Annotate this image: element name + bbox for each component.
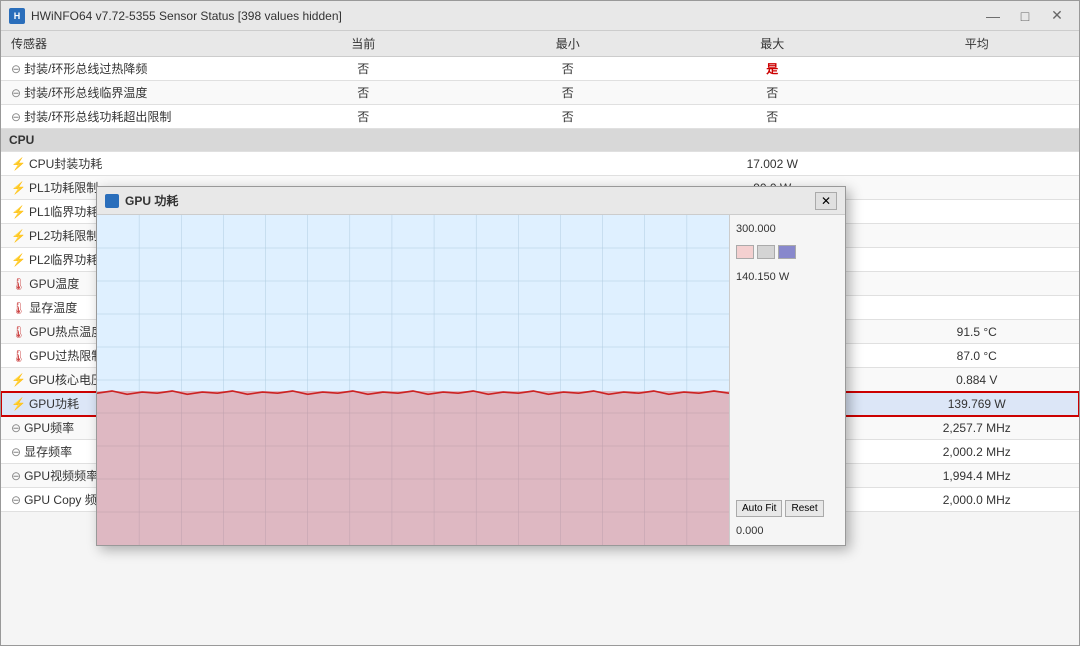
chart-svg [97,215,729,545]
sensor-name: ⊖封装/环形总线临界温度 [1,81,261,105]
col-max: 最大 [670,31,875,57]
minus-icon: ⊖ [11,62,21,76]
table-row: CPU [1,129,1079,152]
sensor-min [466,152,671,176]
sensor-avg: 91.5 °C [875,320,1080,344]
sensor-avg: 0.884 V [875,368,1080,392]
table-row: ⚡CPU封装功耗 17.002 W [1,152,1079,176]
sensor-min: 否 [466,105,671,129]
chart-max-value: 300.000 [736,223,839,235]
sensor-avg: 2,257.7 MHz [875,416,1080,440]
section-header-cell: CPU [1,129,1079,152]
dialog-close-button[interactable]: ✕ [815,192,837,210]
minus-icon: ⊖ [11,493,21,507]
table-row: ⊖封装/环形总线功耗超出限制否否否 [1,105,1079,129]
thermometer-icon: 🌡 [11,277,26,291]
sensor-avg [875,152,1080,176]
sensor-avg: 2,000.0 MHz [875,488,1080,512]
sensor-max: 否 [670,81,875,105]
chart-right-panel: 300.000 140.150 W Auto Fit Reset 0.000 [730,215,845,545]
gpu-chart-dialog[interactable]: GPU 功耗 ✕ [96,186,846,546]
sensor-avg [875,200,1080,224]
color-box-pink [736,245,754,259]
sensor-name: ⊖封装/环形总线过热降频 [1,57,261,81]
sensor-avg [875,57,1080,81]
sensor-avg: 2,000.2 MHz [875,440,1080,464]
sensor-avg [875,105,1080,129]
chart-area [97,215,730,545]
chart-buttons: Auto Fit Reset [736,500,839,517]
minus-icon: ⊖ [11,110,21,124]
maximize-button[interactable]: □ [1011,6,1039,26]
sensor-min: 否 [466,81,671,105]
col-avg: 平均 [875,31,1080,57]
lightning-icon: ⚡ [11,205,26,219]
table-row: ⊖封装/环形总线过热降频否否是 [1,57,1079,81]
sensor-avg: 87.0 °C [875,344,1080,368]
sensor-max: 17.002 W [670,152,875,176]
lightning-icon: ⚡ [11,181,26,195]
max-value-red: 是 [766,62,778,76]
sensor-current: 否 [261,81,466,105]
thermometer-icon: 🌡 [11,325,26,339]
section-label: CPU [9,133,34,147]
lightning-icon: ⚡ [11,229,26,243]
sensor-avg [875,176,1080,200]
minus-icon: ⊖ [11,469,21,483]
sensor-current: 否 [261,57,466,81]
minimize-button[interactable]: — [979,6,1007,26]
sensor-avg [875,224,1080,248]
col-min: 最小 [466,31,671,57]
sensor-max: 是 [670,57,875,81]
lightning-icon: ⚡ [11,157,26,171]
window-controls: — □ ✕ [979,6,1071,26]
title-bar: H HWiNFO64 v7.72-5355 Sensor Status [398… [1,1,1079,31]
dialog-title-bar: GPU 功耗 ✕ [97,187,845,215]
lightning-icon: ⚡ [11,397,26,411]
color-box-gray [757,245,775,259]
color-box-blue [778,245,796,259]
sensor-min: 否 [466,57,671,81]
minus-icon: ⊖ [11,445,21,459]
sensor-max: 否 [670,105,875,129]
sensor-avg [875,248,1080,272]
close-button[interactable]: ✕ [1043,6,1071,26]
dialog-title: GPU 功耗 [125,192,815,209]
col-current: 当前 [261,31,466,57]
minus-icon: ⊖ [11,421,21,435]
thermometer-icon: 🌡 [11,349,26,363]
reset-button[interactable]: Reset [785,500,823,517]
window-title: HWiNFO64 v7.72-5355 Sensor Status [398 v… [31,9,979,23]
sensor-avg: 139.769 W [875,392,1080,416]
sensor-avg [875,81,1080,105]
lightning-icon: ⚡ [11,373,26,387]
sensor-name: ⊖封装/环形总线功耗超出限制 [1,105,261,129]
main-window: H HWiNFO64 v7.72-5355 Sensor Status [398… [0,0,1080,646]
sensor-avg [875,296,1080,320]
minus-icon: ⊖ [11,86,21,100]
thermometer-icon: 🌡 [11,301,26,315]
lightning-icon: ⚡ [11,253,26,267]
sensor-current: 否 [261,105,466,129]
dialog-icon [105,194,119,208]
sensor-name: ⚡CPU封装功耗 [1,152,261,176]
auto-fit-button[interactable]: Auto Fit [736,500,782,517]
chart-color-legend [736,245,839,259]
sensor-avg [875,272,1080,296]
col-sensor: 传感器 [1,31,261,57]
chart-current-value: 140.150 W [736,271,839,283]
sensor-table-container: 传感器 当前 最小 最大 平均 ⊖封装/环形总线过热降频否否是⊖封装/环形总线临… [1,31,1079,645]
sensor-avg: 1,994.4 MHz [875,464,1080,488]
table-row: ⊖封装/环形总线临界温度否否否 [1,81,1079,105]
dialog-content: 300.000 140.150 W Auto Fit Reset 0.000 [97,215,845,545]
chart-min-value: 0.000 [736,525,839,537]
app-icon: H [9,8,25,24]
sensor-current [261,152,466,176]
